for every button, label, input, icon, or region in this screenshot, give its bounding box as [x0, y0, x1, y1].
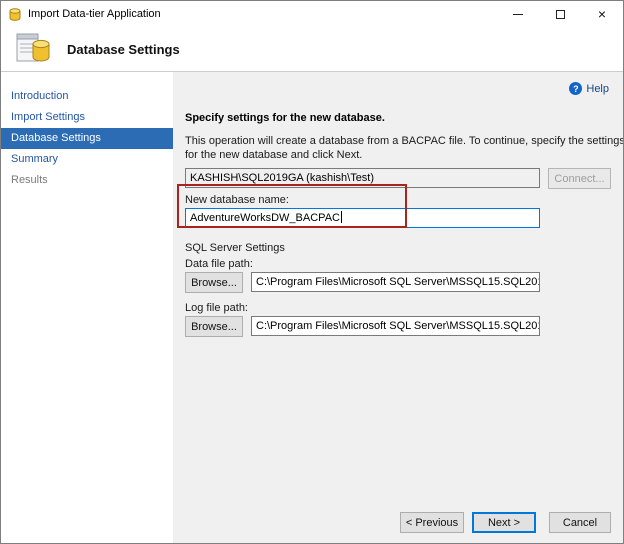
help-link[interactable]: ? Help: [569, 82, 609, 95]
maximize-button[interactable]: [539, 1, 581, 27]
new-database-name-input[interactable]: AdventureWorksDW_BACPAC: [185, 208, 540, 228]
log-file-path-input[interactable]: C:\Program Files\Microsoft SQL Server\MS…: [251, 316, 540, 336]
sidebar-item-results: Results: [1, 170, 173, 191]
data-file-path-input[interactable]: C:\Program Files\Microsoft SQL Server\MS…: [251, 272, 540, 292]
section-description: This operation will create a database fr…: [185, 134, 624, 162]
server-connection-field: KASHISH\SQL2019GA (kashish\Test): [185, 168, 540, 188]
log-file-path-label: Log file path:: [185, 302, 248, 314]
maximize-icon: [556, 10, 565, 19]
sidebar-item-import-settings[interactable]: Import Settings: [1, 107, 173, 128]
connect-button[interactable]: Connect...: [548, 168, 611, 189]
new-database-name-label: New database name:: [185, 194, 289, 206]
minimize-button[interactable]: [497, 1, 539, 27]
page-title: Database Settings: [67, 42, 180, 57]
database-icon: [15, 31, 51, 68]
close-button[interactable]: ×: [581, 1, 623, 27]
main-panel: ? Help Specify settings for the new data…: [173, 72, 623, 543]
help-label: Help: [586, 83, 609, 95]
wizard-steps-sidebar: Introduction Import Settings Database Se…: [1, 72, 173, 543]
data-file-browse-button[interactable]: Browse...: [185, 272, 243, 293]
next-button[interactable]: Next >: [472, 512, 536, 533]
log-file-browse-button[interactable]: Browse...: [185, 316, 243, 337]
help-icon: ?: [569, 82, 582, 95]
new-database-name-value: AdventureWorksDW_BACPAC: [190, 212, 340, 224]
wizard-body: Introduction Import Settings Database Se…: [1, 71, 623, 543]
minimize-icon: [513, 14, 523, 15]
previous-button[interactable]: < Previous: [400, 512, 464, 533]
sidebar-item-summary[interactable]: Summary: [1, 149, 173, 170]
footer-button-row: < Previous Next > Cancel: [400, 512, 611, 533]
section-heading: Specify settings for the new database.: [185, 112, 385, 124]
app-icon: [8, 7, 22, 21]
window-controls: ×: [497, 1, 623, 27]
wizard-header: Database Settings: [1, 27, 623, 71]
window-title: Import Data-tier Application: [28, 8, 161, 20]
import-data-tier-application-window: Import Data-tier Application × Database …: [0, 0, 624, 544]
text-caret: [341, 211, 342, 223]
close-icon: ×: [598, 7, 606, 21]
sidebar-item-database-settings[interactable]: Database Settings: [1, 128, 173, 149]
data-file-path-label: Data file path:: [185, 258, 253, 270]
titlebar: Import Data-tier Application ×: [1, 1, 623, 27]
sql-server-settings-label: SQL Server Settings: [185, 242, 285, 254]
cancel-button[interactable]: Cancel: [549, 512, 611, 533]
sidebar-item-introduction[interactable]: Introduction: [1, 86, 173, 107]
